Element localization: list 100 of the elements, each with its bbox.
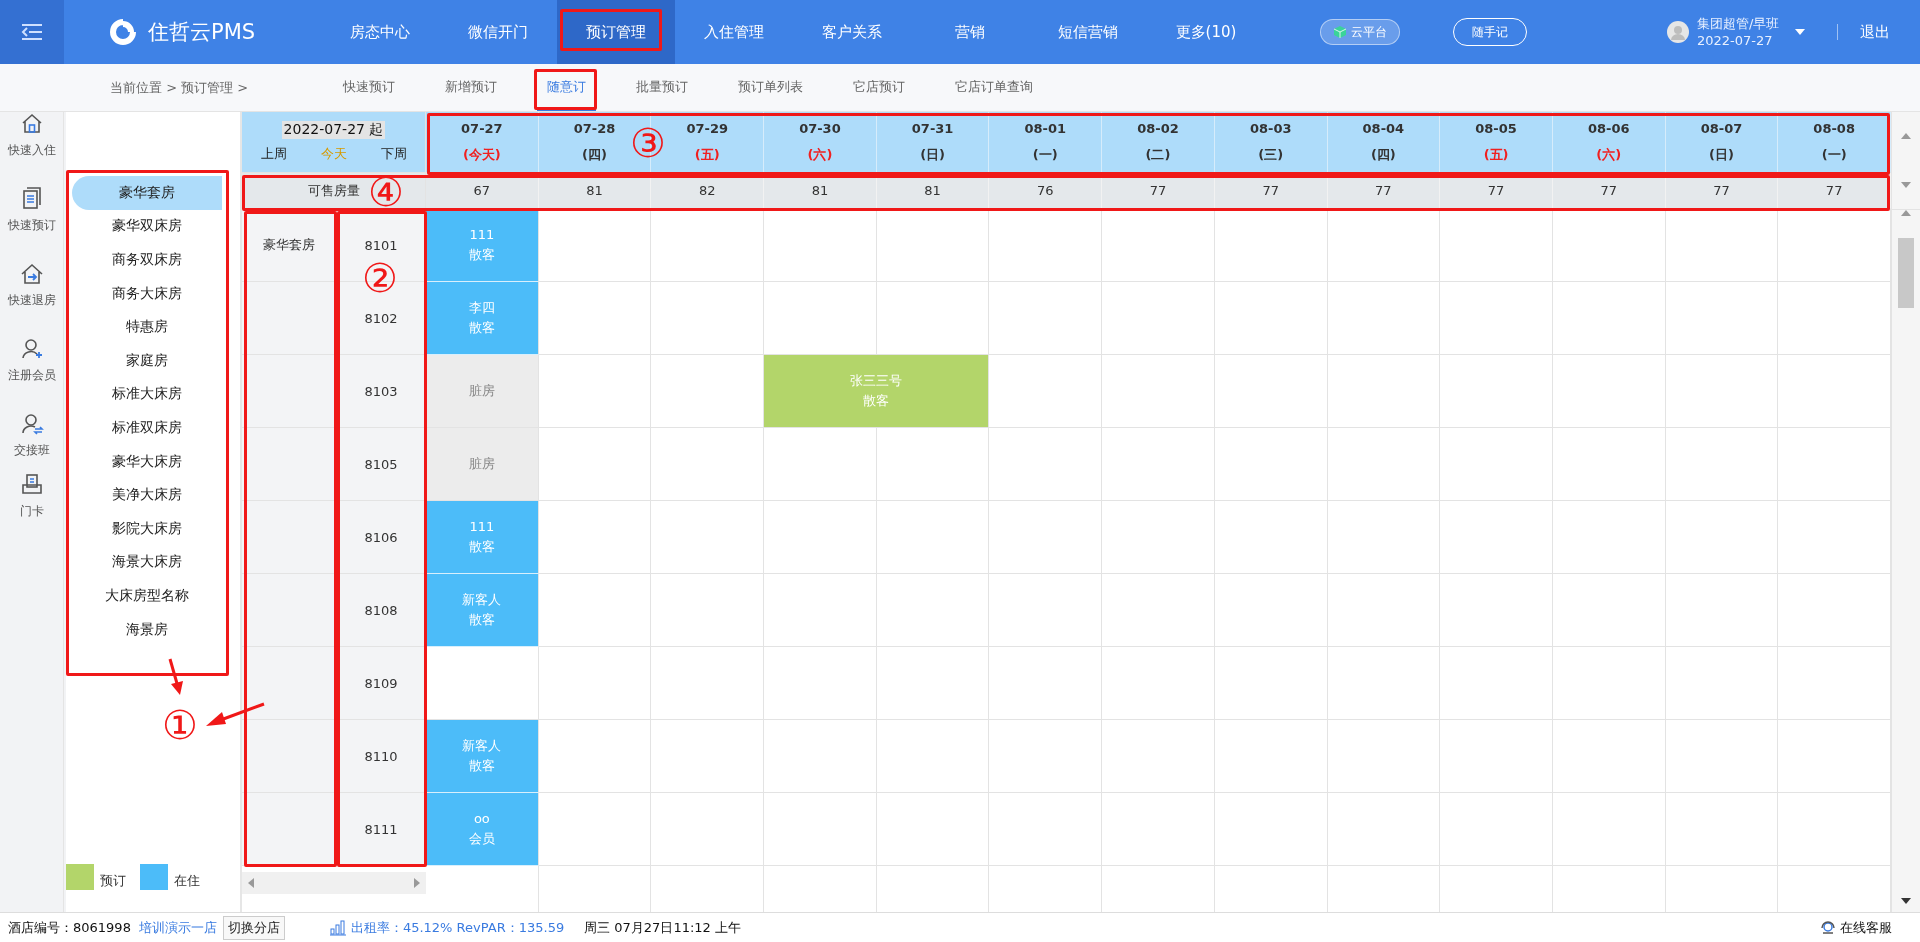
guest-name: 张三三号 (850, 372, 903, 390)
prev-week-link[interactable]: 上周 (260, 145, 287, 163)
bar-chart-icon (328, 919, 347, 936)
legend-label: 预订 (100, 872, 126, 890)
room-number-cell: 8110 (337, 720, 426, 793)
weekday-label: (五) (1483, 145, 1509, 164)
caret-icon[interactable] (1795, 29, 1806, 35)
guest-name: 新客人 (462, 591, 502, 609)
room-type-item[interactable]: 美净大床房 (72, 478, 222, 512)
sub-tab[interactable]: 它店订单查询 (945, 64, 1043, 111)
room-type-item[interactable]: 海景大床房 (72, 545, 222, 580)
date-label: 08-03 (1249, 120, 1292, 136)
logout-button[interactable]: 退出 (1860, 22, 1891, 42)
user-swap-icon (19, 412, 44, 436)
date-label: 08-02 (1137, 120, 1179, 136)
guest-name: 111 (469, 226, 495, 244)
room-number-cell: 8108 (337, 574, 426, 647)
dirty-room-cell: 脏房 (426, 428, 539, 501)
room-number-cell: 8103 (337, 355, 426, 428)
scroll-right-icon[interactable] (414, 878, 420, 888)
scroll-left-icon[interactable] (248, 878, 254, 888)
date-label: 08-07 (1700, 120, 1743, 136)
date-label: 08-04 (1362, 120, 1405, 136)
guest-type: 散客 (468, 246, 495, 264)
date-label: 07-31 (911, 120, 954, 136)
guest-type: 散客 (468, 538, 495, 556)
arrow (166, 658, 186, 696)
weekday-label: (四) (582, 145, 607, 164)
user-date: 2022-07-27 (1697, 32, 1774, 49)
date-label: 07-29 (686, 120, 728, 136)
room-number-cell: 8106 (337, 501, 426, 574)
scroll-down-icon[interactable] (1901, 898, 1911, 904)
sidebar-item[interactable]: 快速入住 (7, 112, 56, 159)
nav-tab[interactable]: 入住管理 (675, 0, 793, 64)
room-type-item[interactable]: 商务双床房 (72, 243, 222, 277)
room-type-item[interactable]: 商务大床房 (72, 276, 222, 311)
sub-tab[interactable]: 新增预订 (435, 64, 507, 111)
dirty-room-cell: 脏房 (426, 355, 539, 428)
weekday-label: (四) (1370, 145, 1396, 164)
sidebar-item[interactable]: 快速退房 (7, 262, 56, 309)
sidebar-item[interactable]: 注册会员 (7, 337, 56, 384)
scrollbar-thumb[interactable] (1898, 238, 1914, 308)
weekday-label: (二) (1145, 145, 1171, 164)
date-time: 周三 07月27日11:12 上午 (584, 918, 741, 937)
room-type-item[interactable]: 标准大床房 (72, 377, 222, 412)
weekday-label: (日) (1709, 145, 1734, 164)
online-support-button[interactable]: 在线客服 (1820, 918, 1892, 937)
nav-tab[interactable]: 房态中心 (321, 0, 439, 64)
sub-tab[interactable]: 批量预订 (626, 64, 698, 111)
sidebar-item[interactable]: 交接班 (13, 412, 50, 459)
guest-name: 新客人 (462, 737, 502, 755)
weekday-label: (三) (1258, 145, 1284, 164)
sidebar-item[interactable]: 快速预订 (7, 187, 56, 234)
scroll-up-icon[interactable] (1901, 210, 1911, 216)
sidebar-item[interactable]: 门卡 (19, 473, 44, 520)
guest-type: 散客 (468, 319, 495, 337)
breadcrumb: 当前位置 > 预订管理 > (110, 78, 250, 97)
arrow (206, 702, 266, 728)
room-number-cell: 8105 (337, 428, 426, 501)
room-type-item[interactable]: 影院大床房 (72, 511, 222, 546)
hotel-name-link[interactable]: 培训演示一店 (138, 918, 217, 937)
guest-type: 会员 (468, 830, 495, 848)
room-type-item[interactable]: 豪华双床房 (72, 209, 222, 244)
hotel-id: 酒店编号：8061998 (8, 918, 131, 937)
weekday-label: (日) (920, 145, 946, 164)
room-type-item[interactable]: 豪华大床房 (72, 444, 222, 479)
sub-tab[interactable]: 预订单列表 (728, 64, 813, 111)
weekday-label: (一) (1032, 145, 1058, 164)
occupancy-stats: 出租率：45.12% RevPAR：135.59 (350, 918, 565, 937)
room-type-item[interactable]: 海景房 (72, 612, 222, 647)
date-label: 08-05 (1475, 120, 1517, 136)
callout-number: ① (162, 703, 198, 747)
start-date: 2022-07-27 起 (281, 121, 386, 139)
nav-tab[interactable]: 更多(10) (1147, 0, 1265, 64)
date-label: 08-06 (1587, 120, 1630, 136)
next-week-link[interactable]: 下周 (380, 145, 407, 163)
legend-label: 在住 (174, 872, 200, 890)
sub-tab[interactable]: 快速预订 (333, 64, 405, 111)
user-plus-icon (19, 337, 44, 361)
room-type-item[interactable]: 标准双床房 (72, 411, 222, 445)
headset-icon (1820, 919, 1836, 936)
horizontal-scrollbar[interactable] (242, 872, 426, 894)
nav-tab[interactable]: 短信营销 (1029, 0, 1147, 64)
guest-type: 散客 (863, 392, 890, 410)
nav-tab[interactable]: 营销 (911, 0, 1029, 64)
room-type-item[interactable]: 特惠房 (72, 310, 222, 344)
room-type-item[interactable]: 豪华套房 (72, 176, 222, 210)
callout-number: ③ (630, 121, 666, 165)
nav-tab[interactable]: 客户关系 (793, 0, 911, 64)
menu-icon[interactable] (0, 0, 64, 64)
room-type-item[interactable]: 大床房型名称 (72, 579, 222, 613)
switch-branch-button[interactable]: 切换分店 (222, 915, 285, 940)
weekday-label: (今天) (462, 145, 501, 164)
weekday-label: (一) (1821, 145, 1847, 164)
nav-tab[interactable]: 微信开门 (439, 0, 557, 64)
weekday-label: (六) (807, 145, 833, 164)
room-type-item[interactable]: 家庭房 (72, 343, 222, 378)
scroll-up-icon[interactable] (1901, 133, 1911, 140)
guest-name: 111 (469, 518, 495, 536)
sub-tab[interactable]: 它店预订 (843, 64, 915, 111)
